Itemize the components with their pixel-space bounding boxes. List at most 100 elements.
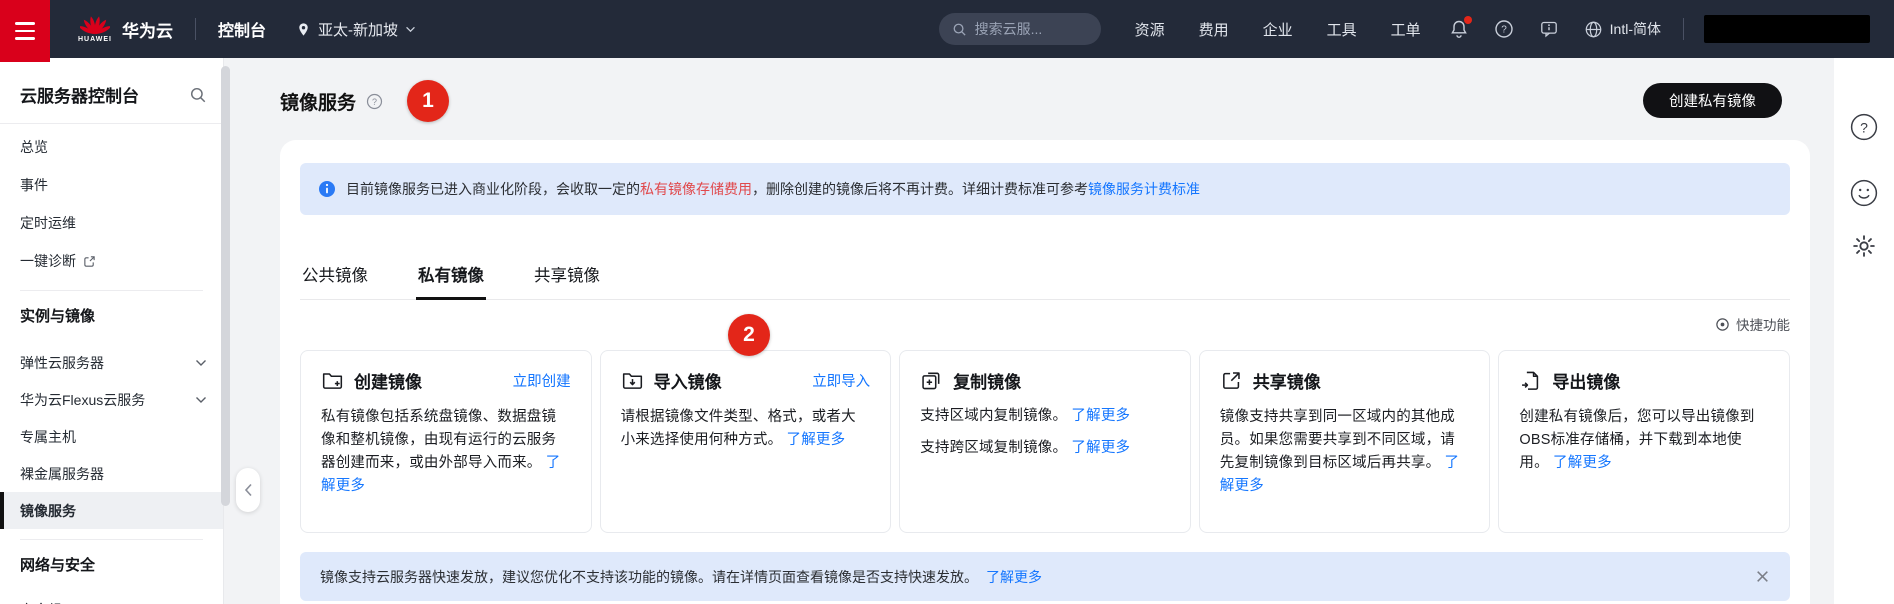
search-input[interactable]: 搜索云服... [938,13,1101,45]
notice-text: 目前镜像服务已进入商业化阶段，会收取一定的私有镜像存储费用，删除创建的镜像后将不… [346,181,1200,197]
nav-resources[interactable]: 资源 [1135,19,1165,40]
nav-enterprise[interactable]: 企业 [1263,19,1293,40]
language-selector[interactable]: Intl-简体 [1584,19,1661,39]
card-title: 导出镜像 [1552,373,1621,392]
close-icon[interactable] [1755,569,1770,584]
sidebar-item-bare-metal[interactable]: 裸金属服务器 [0,455,223,492]
huawei-wordmark: HUAWEI [78,36,112,43]
card-title: 共享镜像 [1252,373,1321,392]
sidebar-divider [0,123,223,124]
chevron-down-icon [195,396,207,404]
nav-billing[interactable]: 费用 [1199,19,1229,40]
folder-plus-icon [321,369,344,392]
page-help-icon[interactable]: ? [366,93,383,110]
create-private-image-button[interactable]: 创建私有镜像 [1643,83,1782,118]
sidebar-item-overview[interactable]: 总览 [0,128,223,166]
card-title: 创建镜像 [354,373,422,392]
sidebar-scrollbar[interactable] [221,66,230,506]
export-document-icon [1519,369,1542,392]
search-placeholder: 搜索云服... [974,21,1043,37]
feedback-smiley-icon[interactable] [1850,179,1878,207]
card-body-text: 镜像支持共享到同一区域内的其他成员。如果您需要共享到不同区域，请先复制镜像到目标… [1219,409,1455,471]
hamburger-menu-button[interactable] [0,0,50,62]
notice-highlight: 私有镜像存储费用 [640,181,752,197]
topbar-nav: 资源 费用 企业 工具 工单 [1135,19,1421,40]
notification-bell-icon[interactable] [1449,16,1472,39]
sidebar-search-icon[interactable] [189,86,207,104]
learn-more-link[interactable]: 了解更多 [1071,440,1130,456]
svg-text:?: ? [372,96,377,106]
sidebar-section-network: 网络与安全 [20,557,96,574]
topbar-divider-2 [1683,18,1684,40]
import-now-link[interactable]: 立即导入 [812,370,870,391]
card-body-text: 私有镜像包括系统盘镜像、数据盘镜像和整机镜像，由现有运行的云服务器创建而来，或由… [321,409,557,471]
svg-text:?: ? [1501,25,1507,36]
learn-more-link[interactable]: 了解更多 [787,432,846,448]
image-tabs: 公共镜像 私有镜像 共享镜像 [300,262,1790,300]
sidebar-item-diagnosis[interactable]: 一键诊断 [0,242,223,280]
card-line-text: 支持区域内复制镜像。 [920,408,1068,424]
huawei-flower-icon [80,15,110,35]
quick-actions-toggle[interactable]: 快捷功能 [300,314,1790,334]
feedback-bubble-icon[interactable] [1539,19,1559,39]
sidebar-section-instances: 实例与镜像 [20,308,96,325]
tab-private-images[interactable]: 私有镜像 [416,262,486,300]
main-area: 镜像服务 ? 1 创建私有镜像 2 目前镜像服务已进入商业化阶段，会收取一定的私… [224,58,1894,604]
annotation-badge-1: 1 [407,80,450,122]
sidebar-item-scheduled-ops[interactable]: 定时运维 [0,204,223,242]
learn-more-link[interactable]: 了解更多 [1071,408,1130,424]
tab-public-images[interactable]: 公共镜像 [300,262,370,299]
region-label: 亚太-新加坡 [318,21,399,39]
help-circle-icon[interactable]: ? [1494,19,1514,39]
billing-standard-link[interactable]: 镜像服务计费标准 [1088,181,1200,197]
folder-import-icon [621,369,644,392]
sidebar-item-image-service[interactable]: 镜像服务 [0,492,223,529]
sidebar-item-dedicated-host[interactable]: 专属主机 [0,418,223,455]
page-title: 镜像服务 [280,92,357,114]
sidebar-item-flexus[interactable]: 华为云Flexus云服务 [0,381,223,418]
fast-provisioning-banner: 镜像支持云服务器快速发放，建议您优化不支持该功能的镜像。请在详情页面查看镜像是否… [300,552,1790,601]
eye-icon [1715,317,1730,332]
learn-more-link[interactable]: 了解更多 [1553,455,1612,471]
create-now-link[interactable]: 立即创建 [513,370,571,391]
globe-icon [1584,20,1603,39]
sidebar-item-security-group[interactable]: 安全组 [0,591,223,604]
right-tool-rail: ? [1834,58,1894,604]
sidebar-item-ecs[interactable]: 弹性云服务器 [0,344,223,381]
console-link[interactable]: 控制台 [218,17,266,41]
region-selector[interactable]: 亚太-新加坡 [296,19,416,40]
card-title: 复制镜像 [953,373,1022,392]
annotation-badge-2: 2 [728,314,770,356]
banner-text: 镜像支持云服务器快速发放，建议您优化不支持该功能的镜像。请在详情页面查看镜像是否… [320,568,978,585]
tab-shared-images[interactable]: 共享镜像 [532,262,602,299]
quick-action-cards: 创建镜像 立即创建 私有镜像包括系统盘镜像、数据盘镜像和整机镜像，由现有运行的云… [300,350,1790,533]
learn-more-link[interactable]: 了解更多 [986,567,1042,587]
locale-label: Intl-简体 [1609,21,1661,37]
card-line-text: 支持跨区域复制镜像。 [920,440,1068,456]
account-name-redacted[interactable] [1704,15,1870,43]
topbar-icons: ? [1449,16,1559,39]
help-circle-icon[interactable]: ? [1850,113,1878,141]
nav-tickets[interactable]: 工单 [1391,19,1421,40]
nav-tools[interactable]: 工具 [1327,19,1357,40]
sidebar-collapse-handle[interactable] [236,468,260,512]
brand-name: 华为云 [122,21,173,41]
billing-notice-banner: 目前镜像服务已进入商业化阶段，会收取一定的私有镜像存储费用，删除创建的镜像后将不… [300,163,1790,215]
chevron-down-icon [195,359,207,367]
search-icon [952,22,967,37]
content-panel: 目前镜像服务已进入商业化阶段，会收取一定的私有镜像存储费用，删除创建的镜像后将不… [280,140,1810,604]
quick-actions-label: 快捷功能 [1736,318,1790,333]
share-external-icon [1220,369,1243,392]
huawei-logo: HUAWEI [78,15,112,43]
sidebar-title: 云服务器控制台 [20,87,139,106]
info-icon [318,180,336,198]
card-title: 导入镜像 [653,373,722,392]
svg-text:?: ? [1860,119,1868,135]
topbar-divider [195,18,196,40]
settings-gear-icon[interactable] [1851,233,1877,259]
notification-dot [1463,16,1472,24]
topbar: HUAWEI 华为云 控制台 亚太-新加坡 搜索云服... 资源 费用 企业 工… [0,0,1894,62]
location-pin-icon [296,22,311,37]
card-import-image: 导入镜像 立即导入 请根据镜像文件类型、格式，或者大小来选择使用何种方式。 了解… [599,350,892,533]
sidebar-item-events[interactable]: 事件 [0,166,223,204]
